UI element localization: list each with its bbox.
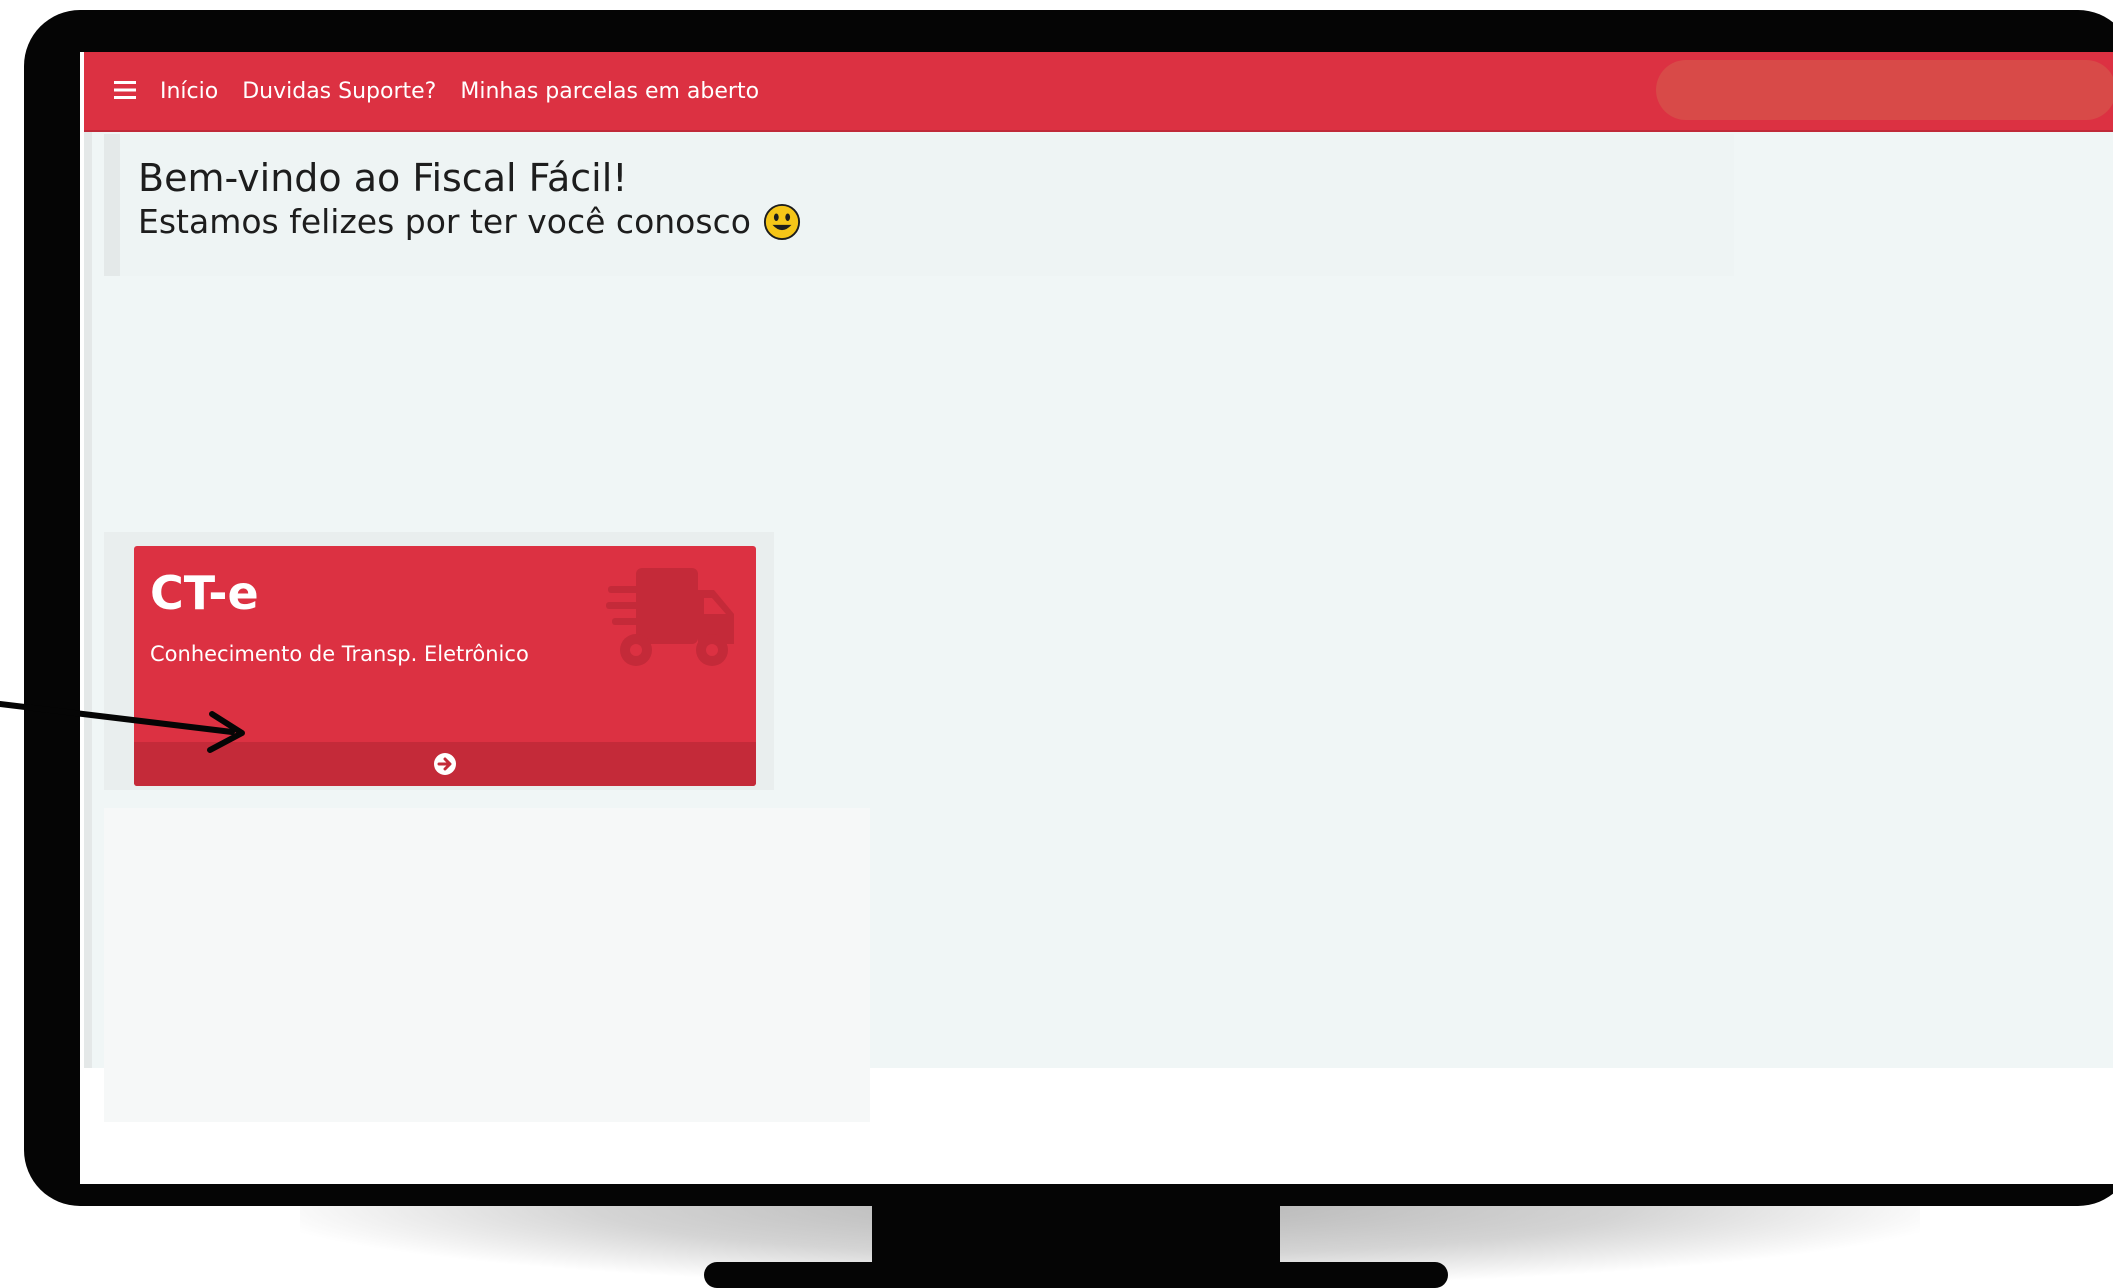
- card-description: Conhecimento de Transp. Eletrônico: [150, 642, 529, 666]
- monitor-bezel: Início Duvidas Suporte? Minhas parcelas …: [24, 10, 2113, 1206]
- empty-content-panel: [104, 808, 870, 1122]
- sidebar-edge: [84, 52, 92, 1068]
- nav-link-minhas-parcelas[interactable]: Minhas parcelas em aberto: [460, 79, 759, 104]
- nav-link-duvidas-suporte[interactable]: Duvidas Suporte?: [242, 79, 436, 104]
- monitor-stand-neck: [872, 1200, 1280, 1270]
- top-navbar: Início Duvidas Suporte? Minhas parcelas …: [84, 52, 2113, 132]
- annotation-arrow-icon: [0, 701, 245, 753]
- hamburger-icon[interactable]: [114, 76, 144, 106]
- monitor-stand-base: [704, 1262, 1448, 1288]
- app-window: Início Duvidas Suporte? Minhas parcelas …: [84, 52, 2113, 1122]
- welcome-subtitle: Estamos felizes por ter você conosco: [138, 202, 801, 241]
- card-title: CT-e: [150, 566, 259, 620]
- truck-icon: [606, 568, 734, 666]
- monitor-screen: Início Duvidas Suporte? Minhas parcelas …: [80, 52, 2113, 1184]
- nav-link-inicio[interactable]: Início: [160, 79, 218, 104]
- welcome-title: Bem-vindo ao Fiscal Fácil!: [138, 156, 628, 200]
- navbar-right-area: [1656, 60, 2113, 120]
- welcome-subtitle-text: Estamos felizes por ter você conosco: [138, 202, 751, 241]
- smiley-icon: [763, 203, 800, 240]
- arrow-circle-right-icon: [434, 753, 456, 775]
